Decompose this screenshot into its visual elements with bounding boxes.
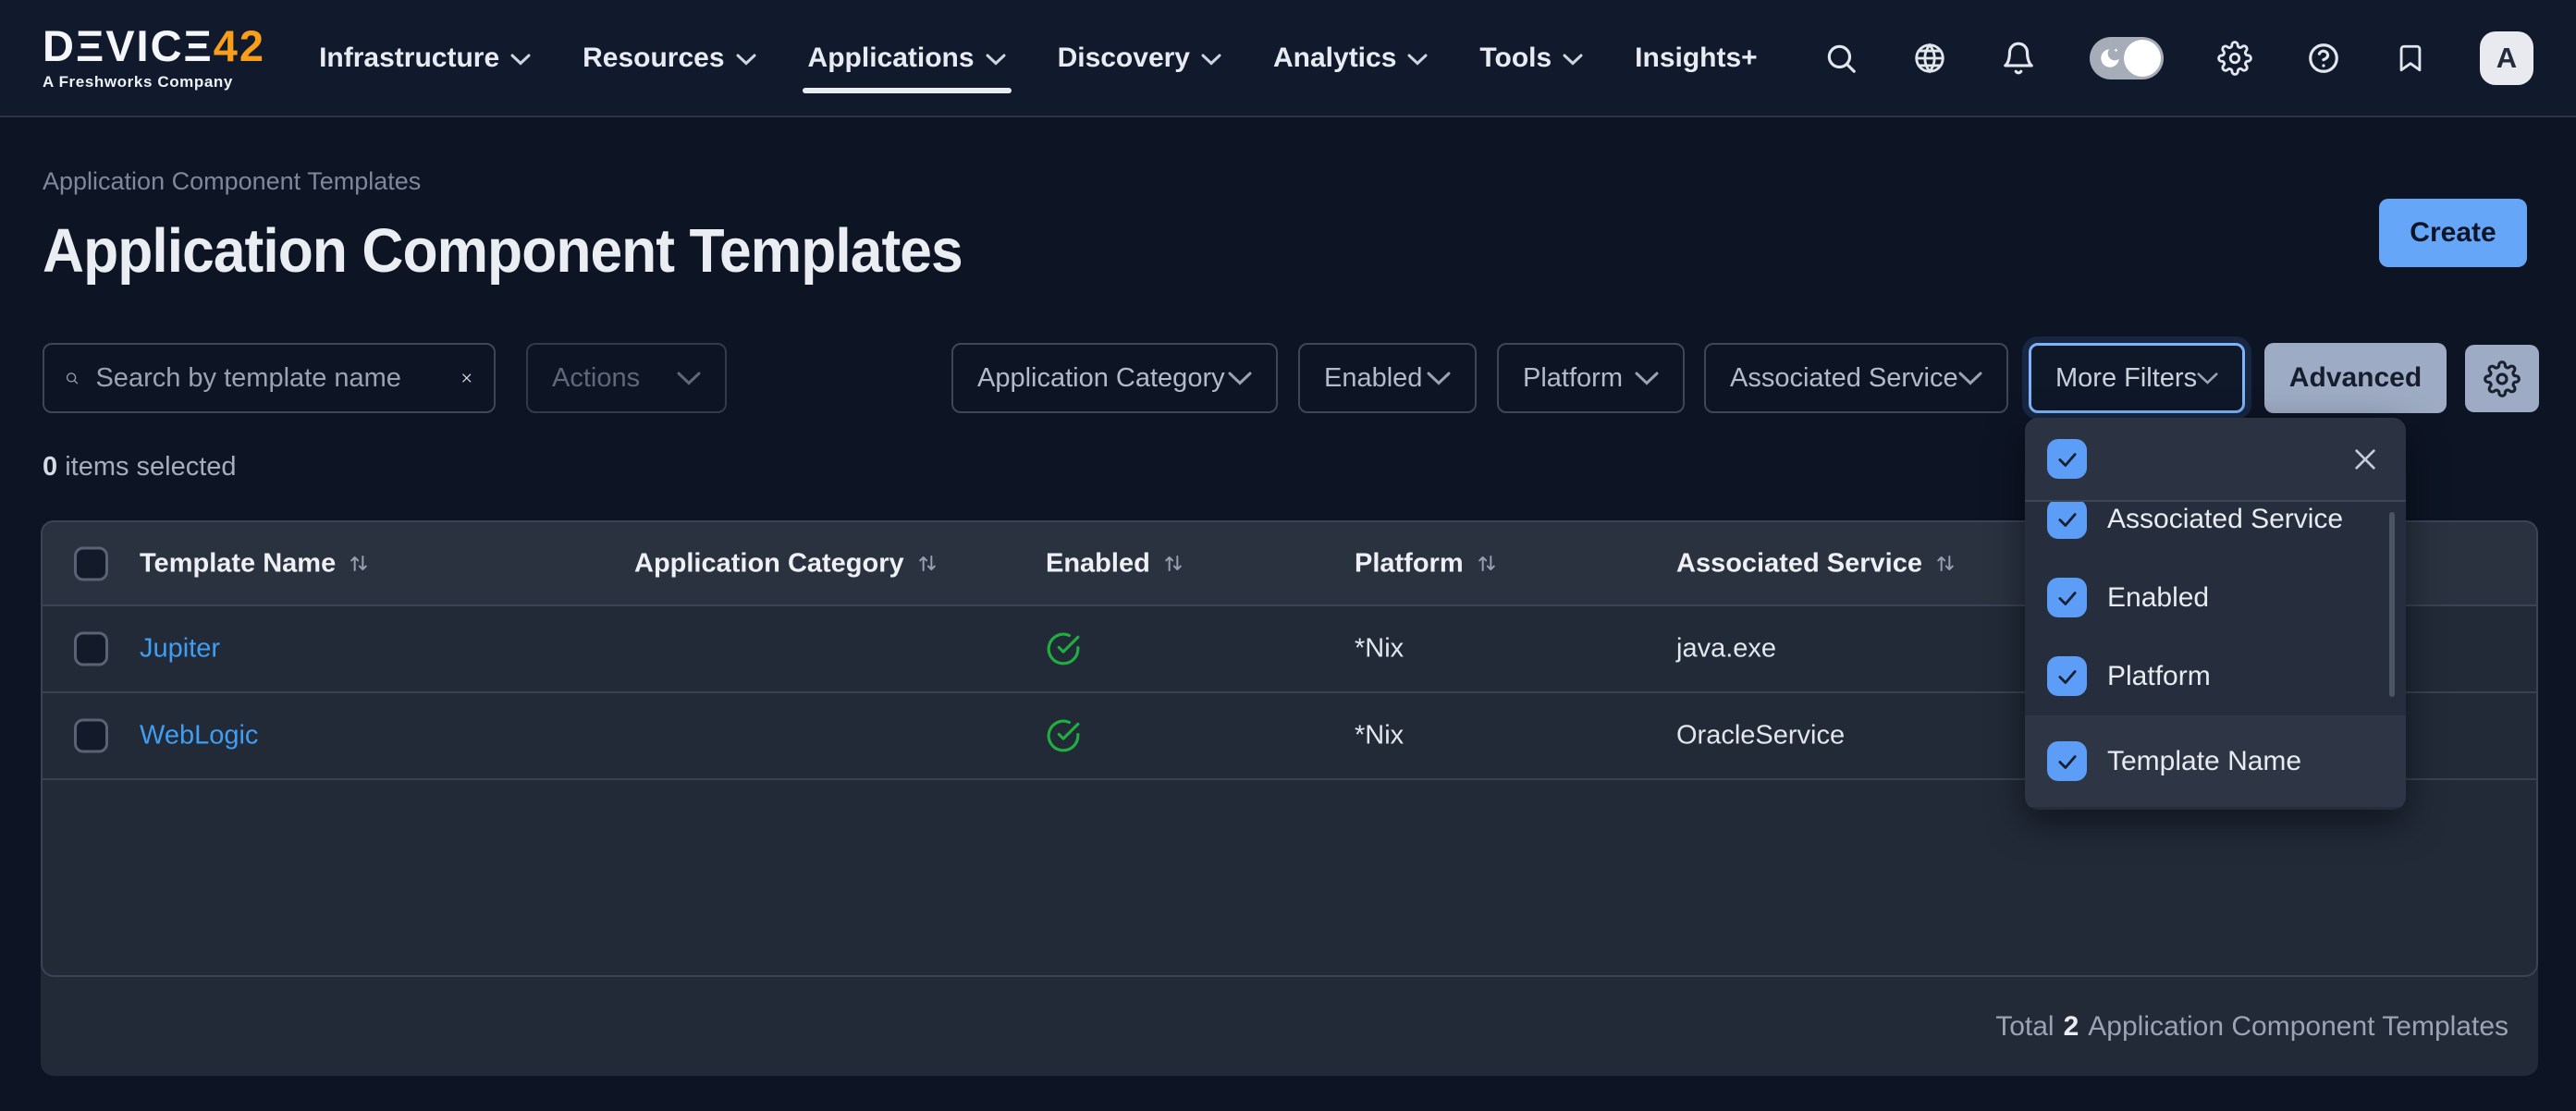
help-icon[interactable] (2306, 41, 2341, 76)
advanced-button[interactable]: Advanced (2264, 343, 2447, 413)
check-icon (2055, 586, 2079, 610)
chevron-down-icon (1958, 372, 1982, 385)
navbar-actions: A (1823, 31, 2533, 85)
check-icon (2055, 447, 2079, 471)
associated-service-value: java.exe (1676, 634, 1776, 665)
enabled-check-icon (1046, 631, 1081, 666)
select-all-checkbox[interactable] (74, 546, 108, 580)
more-filters-dropdown[interactable]: More Filters (2029, 343, 2245, 413)
column-header-platform[interactable]: Platform (1355, 548, 1499, 579)
template-name-link[interactable]: WebLogic (140, 721, 258, 751)
search-icon[interactable] (1823, 41, 1858, 76)
moon-icon (2098, 46, 2122, 70)
search-icon (65, 363, 79, 393)
select-all-columns-checkbox[interactable] (2047, 439, 2087, 479)
filter-option-associated-service[interactable]: Associated Service (2025, 502, 2406, 558)
filter-application-category[interactable]: Application Category (951, 343, 1278, 413)
nav-item-analytics[interactable]: Analytics (1273, 0, 1428, 116)
chevron-down-icon (510, 54, 531, 66)
checked-checkbox[interactable] (2047, 741, 2087, 781)
nav-item-insights[interactable]: Insights+ (1635, 0, 1758, 116)
filter-associated-service[interactable]: Associated Service (1704, 343, 2008, 413)
column-header-template-name[interactable]: Template Name (140, 548, 371, 579)
check-icon (2055, 507, 2079, 531)
table-settings-button[interactable] (2465, 345, 2539, 412)
selected-count: 0 (43, 452, 57, 482)
more-filters-options: Associated Service Enabled Platform Temp… (2025, 502, 2406, 810)
column-header-associated-service[interactable]: Associated Service (1676, 548, 1957, 579)
create-button[interactable]: Create (2379, 199, 2527, 267)
chevron-down-icon (1635, 372, 1659, 385)
sort-icon[interactable] (347, 551, 371, 577)
template-name-link[interactable]: Jupiter (140, 634, 220, 665)
filter-option-platform[interactable]: Platform (2025, 637, 2406, 715)
check-icon (2055, 750, 2079, 774)
chevron-down-icon (1228, 372, 1252, 385)
theme-toggle[interactable] (2090, 37, 2164, 79)
associated-service-value: OracleService (1676, 721, 1845, 751)
column-header-enabled[interactable]: Enabled (1046, 548, 1185, 579)
enabled-check-icon (1046, 718, 1081, 753)
search-box[interactable] (43, 343, 496, 413)
top-navbar: DΞVICΞ42 A Freshworks Company Infrastruc… (0, 0, 2576, 117)
more-filters-panel: Associated Service Enabled Platform Temp… (2025, 418, 2406, 810)
bookmark-icon[interactable] (2395, 41, 2426, 76)
device42-logo[interactable]: DΞVICΞ42 A Freshworks Company (43, 24, 265, 92)
column-header-application-category[interactable]: Application Category (634, 548, 939, 579)
filter-enabled[interactable]: Enabled (1298, 343, 1477, 413)
sort-icon[interactable] (1933, 551, 1957, 577)
chevron-down-icon (986, 54, 1006, 66)
nav-item-infrastructure[interactable]: Infrastructure (319, 0, 531, 116)
sort-icon[interactable] (1161, 551, 1185, 577)
chevron-down-icon (2197, 372, 2218, 385)
search-input[interactable] (95, 363, 444, 394)
sort-icon[interactable] (915, 551, 939, 577)
total-count: 2 (2064, 1011, 2079, 1043)
row-checkbox[interactable] (74, 719, 108, 753)
avatar[interactable]: A (2480, 31, 2533, 85)
chevron-down-icon (1427, 372, 1451, 385)
selection-status: 0 items selected (43, 452, 237, 482)
notifications-bell-icon[interactable] (2001, 41, 2036, 76)
row-checkbox[interactable] (74, 632, 108, 666)
checked-checkbox[interactable] (2047, 502, 2087, 539)
actions-dropdown[interactable]: Actions (526, 343, 727, 413)
chevron-down-icon (1563, 54, 1583, 66)
more-filters-panel-header (2025, 418, 2406, 502)
brand-tagline: A Freshworks Company (43, 73, 265, 92)
checked-checkbox[interactable] (2047, 656, 2087, 696)
check-icon (2055, 665, 2079, 689)
platform-value: *Nix (1355, 721, 1404, 751)
nav-item-applications[interactable]: Applications (808, 0, 1006, 116)
globe-icon[interactable] (1912, 41, 1947, 76)
sort-icon[interactable] (1475, 551, 1499, 577)
checked-checkbox[interactable] (2047, 578, 2087, 617)
filter-option-template-name[interactable]: Template Name (2025, 715, 2406, 807)
toggle-knob (2124, 40, 2161, 77)
nav-item-tools[interactable]: Tools (1479, 0, 1583, 116)
chevron-down-icon (1407, 54, 1428, 66)
platform-value: *Nix (1355, 634, 1404, 665)
chevron-down-icon (677, 372, 701, 385)
filter-platform[interactable]: Platform (1497, 343, 1685, 413)
close-icon[interactable] (2350, 445, 2380, 474)
breadcrumb: Application Component Templates (43, 167, 421, 196)
nav-item-discovery[interactable]: Discovery (1058, 0, 1221, 116)
panel-scrollbar[interactable] (2389, 512, 2395, 697)
chevron-down-icon (1201, 54, 1221, 66)
brand-wordmark: DΞVICΞ42 (43, 24, 265, 67)
nav-item-resources[interactable]: Resources (583, 0, 755, 116)
page-title: Application Component Templates (43, 215, 963, 287)
settings-gear-icon[interactable] (2217, 41, 2252, 76)
toolbar: Actions Application Category Enabled Pla… (0, 343, 2576, 413)
clear-search-icon[interactable] (460, 365, 473, 391)
filter-option-enabled[interactable]: Enabled (2025, 558, 2406, 637)
gear-icon (2484, 360, 2521, 397)
table-footer-total: Total 2 Application Component Templates (41, 977, 2538, 1076)
main-nav: Infrastructure Resources Applications Di… (319, 0, 1758, 116)
chevron-down-icon (736, 54, 756, 66)
